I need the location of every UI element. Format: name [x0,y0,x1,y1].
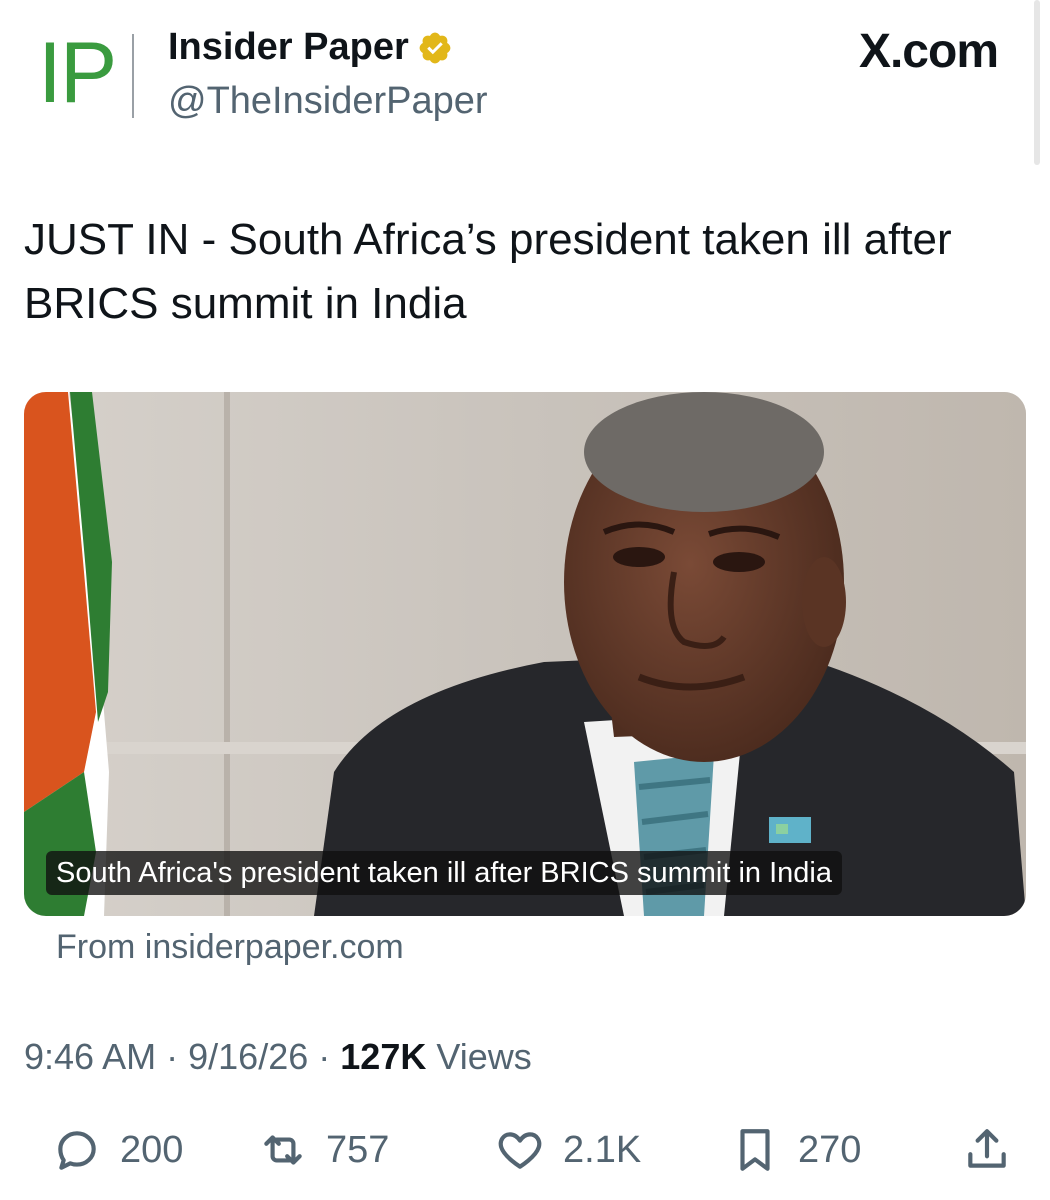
link-source[interactable]: From insiderpaper.com [56,928,404,967]
retweet-count: 757 [326,1128,390,1171]
scrollbar[interactable] [1034,0,1040,165]
tweet-text: JUST IN - South Africa’s president taken… [24,215,952,328]
reply-button[interactable]: 200 [52,1120,183,1180]
tweet-date[interactable]: 9/16/26 [188,1036,308,1077]
action-bar: 200 757 2.1K 270 [0,1120,1050,1180]
author-handle[interactable]: @TheInsiderPaper [168,80,488,123]
views-count: 127K [340,1036,427,1077]
tweet-header: IP Insider Paper @TheInsiderPaper X.com [0,0,1050,165]
author-name[interactable]: Insider Paper [168,26,409,69]
like-button[interactable]: 2.1K [495,1120,641,1180]
reply-icon [58,1131,96,1170]
meta-separator: · [318,1036,331,1077]
share-icon [968,1129,1006,1168]
meta-separator: · [166,1036,179,1077]
tweet-time[interactable]: 9:46 AM [24,1036,156,1077]
verified-badge-icon [419,32,451,63]
bookmark-icon [740,1129,770,1171]
logo-text: IP [38,25,117,121]
share-button[interactable] [962,1120,1012,1180]
author-name-row[interactable]: Insider Paper [168,26,453,69]
link-card-media[interactable]: South Africa's president taken ill after… [24,392,1026,916]
bookmark-count: 270 [798,1128,862,1171]
logo-divider [132,34,134,118]
views-label: Views [436,1036,532,1077]
bookmark-button[interactable]: 270 [730,1120,861,1180]
retweet-button[interactable]: 757 [258,1120,389,1180]
like-count: 2.1K [563,1128,642,1171]
retweet-icon [264,1135,302,1165]
reply-count: 200 [120,1128,184,1171]
platform-watermark: X.com [858,25,999,78]
like-icon [498,1132,542,1169]
news-photo [24,392,1026,916]
tweet-meta: 9:46 AM · 9/16/26 · 127K Views [24,1036,532,1078]
media-caption: South Africa's president taken ill after… [46,851,842,895]
insider-paper-logo[interactable]: IP [38,30,134,118]
